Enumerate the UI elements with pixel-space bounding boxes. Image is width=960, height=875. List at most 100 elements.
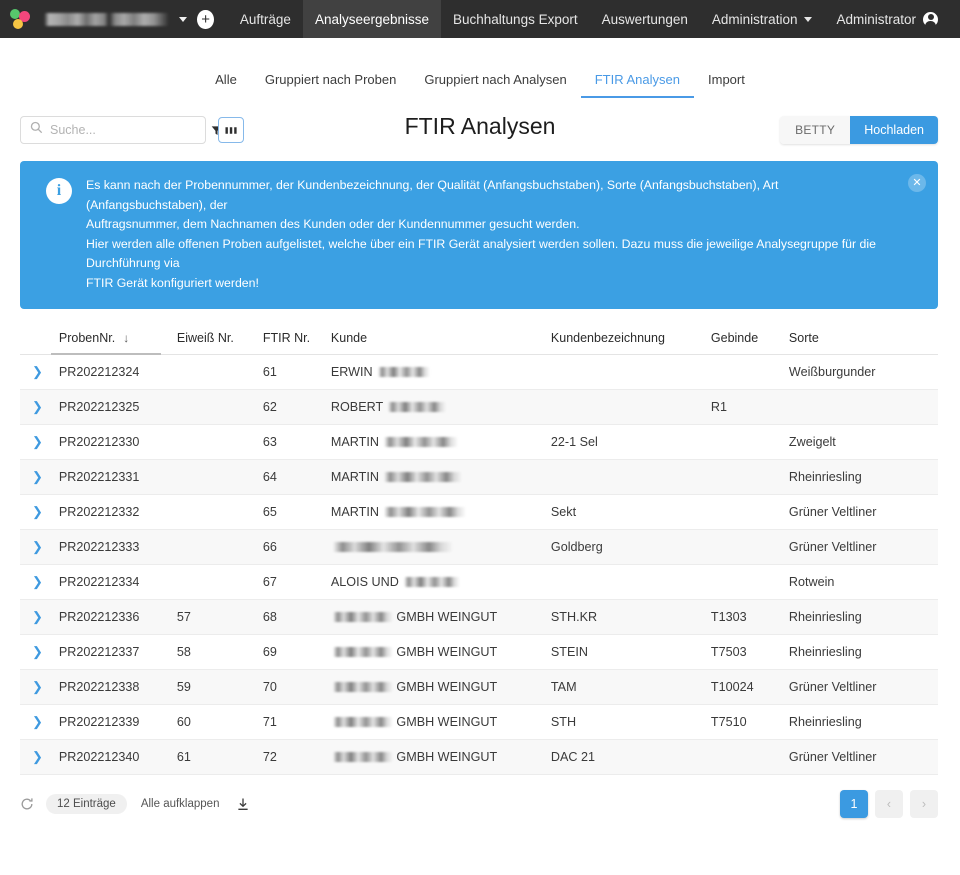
- row-expand-cell[interactable]: ❯: [20, 704, 51, 740]
- row-expand-cell[interactable]: ❯: [20, 459, 51, 495]
- table-row[interactable]: ❯ PR202212325 62 ROBERT R1: [20, 389, 938, 425]
- kunde-name-prefix: ALOIS UND: [330, 575, 403, 589]
- sort-descending-icon: ↓: [123, 331, 130, 345]
- chevron-right-icon[interactable]: ❯: [32, 434, 43, 450]
- table-row[interactable]: ❯ PR202212331 64 MARTIN Rheinriesling: [20, 459, 938, 495]
- chevron-right-icon[interactable]: ❯: [32, 749, 43, 765]
- tab-gruppiert-nach-proben[interactable]: Gruppiert nach Proben: [251, 64, 411, 98]
- chevron-right-icon[interactable]: ❯: [32, 609, 43, 625]
- row-expand-cell[interactable]: ❯: [20, 739, 51, 775]
- row-expand-cell[interactable]: ❯: [20, 669, 51, 705]
- chevron-right-icon[interactable]: ❯: [32, 574, 43, 590]
- chevron-right-icon[interactable]: ❯: [32, 679, 43, 695]
- table-row[interactable]: ❯ PR202212333 66 Goldberg Grüner Veltliner: [20, 529, 938, 565]
- columns-settings-button[interactable]: [218, 117, 244, 143]
- table-row[interactable]: ❯ PR202212339 60 71 GMBH WEINGUT STH T7510 Rhe…: [20, 704, 938, 740]
- search-input[interactable]: [50, 123, 211, 137]
- next-page-button[interactable]: ›: [910, 790, 938, 818]
- cell-sorte: Rotwein: [780, 564, 938, 600]
- cell-kunde: MARTIN: [322, 424, 543, 460]
- pagination: 1 ‹ ›: [840, 790, 938, 818]
- row-expand-cell[interactable]: ❯: [20, 564, 51, 600]
- table-header: ProbenNr. ↓ Eiweiß Nr. FTIR Nr. Kunde Kun…: [20, 326, 938, 355]
- cell-kundenbezeichnung: 22-1 Sel: [542, 424, 703, 460]
- row-expand-cell[interactable]: ❯: [20, 494, 51, 530]
- table-row[interactable]: ❯ PR202212324 61 ERWIN Weißburgunder: [20, 354, 938, 390]
- table-row[interactable]: ❯ PR202212337 58 69 GMBH WEINGUT STEIN T7503 R…: [20, 634, 938, 670]
- kunde-name-redacted: [384, 436, 459, 447]
- kunde-name-redacted: [384, 506, 467, 517]
- row-expand-cell[interactable]: ❯: [20, 389, 51, 425]
- chevron-right-icon[interactable]: ❯: [32, 644, 43, 660]
- kunde-name-suffix: GMBH WEINGUT: [392, 715, 498, 729]
- cell-sorte: Grüner Veltliner: [780, 669, 938, 705]
- table-row[interactable]: ❯ PR202212336 57 68 GMBH WEINGUT STH.KR T1303…: [20, 599, 938, 635]
- nav-menu-administration[interactable]: Administration: [700, 0, 825, 38]
- chevron-right-icon[interactable]: ❯: [32, 399, 43, 415]
- tab-import[interactable]: Import: [694, 64, 759, 98]
- cell-probennr: PR202212331: [50, 459, 169, 495]
- banner-line-3: Hier werden alle offenen Proben aufgelis…: [86, 236, 876, 271]
- table-row[interactable]: ❯ PR202212330 63 MARTIN 22-1 Sel Zweigelt: [20, 424, 938, 460]
- row-expand-cell[interactable]: ❯: [20, 529, 51, 565]
- table-row[interactable]: ❯ PR202212340 61 72 GMBH WEINGUT DAC 21 Grüne…: [20, 739, 938, 775]
- table-row[interactable]: ❯ PR202212338 59 70 GMBH WEINGUT TAM T10024 Gr…: [20, 669, 938, 705]
- organization-switcher-chevron-down-icon[interactable]: [179, 0, 188, 38]
- column-header-kunde[interactable]: Kunde: [322, 326, 543, 355]
- column-header-gebinde[interactable]: Gebinde: [702, 326, 781, 355]
- column-header-ftir-nr[interactable]: FTIR Nr.: [254, 326, 323, 355]
- cell-sorte: Rheinriesling: [780, 634, 938, 670]
- chevron-right-icon[interactable]: ❯: [32, 539, 43, 555]
- cell-probennr: PR202212336: [50, 599, 169, 635]
- column-header-probennr[interactable]: ProbenNr. ↓: [50, 326, 169, 355]
- chevron-right-icon[interactable]: ❯: [32, 364, 43, 380]
- cell-eiweiss-nr: [168, 494, 255, 530]
- kunde-name-suffix: GMBH WEINGUT: [392, 610, 498, 624]
- cell-kunde: ERWIN: [322, 354, 543, 390]
- kunde-name-redacted: [384, 471, 463, 482]
- chevron-right-icon[interactable]: ❯: [32, 469, 43, 485]
- cell-eiweiss-nr: [168, 389, 255, 425]
- cell-ftir-nr: 62: [254, 389, 323, 425]
- page-button-1[interactable]: 1: [840, 790, 868, 818]
- nav-link-analyseergebnisse[interactable]: Analyseergebnisse: [302, 0, 442, 38]
- tab-gruppiert-nach-analysen[interactable]: Gruppiert nach Analysen: [410, 64, 580, 98]
- chevron-right-icon[interactable]: ❯: [32, 504, 43, 520]
- app-logo[interactable]: [0, 0, 40, 38]
- cell-sorte: Zweigelt: [780, 424, 938, 460]
- tab-ftir-analysen[interactable]: FTIR Analysen: [580, 64, 694, 98]
- kunde-name-suffix: GMBH WEINGUT: [392, 750, 498, 764]
- table-row[interactable]: ❯ PR202212334 67 ALOIS UND Rotwein: [20, 564, 938, 600]
- column-header-kundenbezeichnung[interactable]: Kundenbezeichnung: [542, 326, 703, 355]
- row-expand-cell[interactable]: ❯: [20, 424, 51, 460]
- close-icon[interactable]: ✕: [908, 174, 926, 192]
- column-header-eiweiss-nr[interactable]: Eiweiß Nr.: [168, 326, 255, 355]
- cell-sorte: Rheinriesling: [780, 459, 938, 495]
- cell-gebinde: [702, 529, 781, 565]
- previous-page-button[interactable]: ‹: [875, 790, 903, 818]
- tab-alle[interactable]: Alle: [201, 64, 251, 98]
- hochladen-button[interactable]: Hochladen: [850, 116, 938, 144]
- row-expand-cell[interactable]: ❯: [20, 354, 51, 390]
- table-header-row: ProbenNr. ↓ Eiweiß Nr. FTIR Nr. Kunde Kun…: [20, 326, 938, 355]
- cell-eiweiss-nr: [168, 459, 255, 495]
- row-expand-cell[interactable]: ❯: [20, 634, 51, 670]
- kunde-name-redacted: [404, 576, 461, 587]
- nav-user-administrator[interactable]: Administrator: [824, 0, 950, 38]
- table-row[interactable]: ❯ PR202212332 65 MARTIN Sekt Grüner Veltline…: [20, 494, 938, 530]
- nav-link-buchhaltungs-export[interactable]: Buchhaltungs Export: [441, 0, 590, 38]
- download-icon[interactable]: [237, 798, 249, 811]
- cell-gebinde: [702, 564, 781, 600]
- kunde-name-redacted: [332, 751, 393, 762]
- betty-button[interactable]: BETTY: [780, 116, 851, 144]
- row-expand-cell[interactable]: ❯: [20, 599, 51, 635]
- nav-link-auftraege[interactable]: Aufträge: [228, 0, 303, 38]
- cell-kunde: GMBH WEINGUT: [322, 739, 543, 775]
- chevron-right-icon[interactable]: ❯: [32, 714, 43, 730]
- add-new-button[interactable]: +: [197, 9, 214, 29]
- kunde-name-redacted: [332, 611, 393, 622]
- expand-all-link[interactable]: Alle aufklappen: [141, 798, 220, 810]
- nav-link-auswertungen[interactable]: Auswertungen: [590, 0, 700, 38]
- refresh-icon[interactable]: [20, 797, 34, 811]
- column-header-sorte[interactable]: Sorte: [780, 326, 938, 355]
